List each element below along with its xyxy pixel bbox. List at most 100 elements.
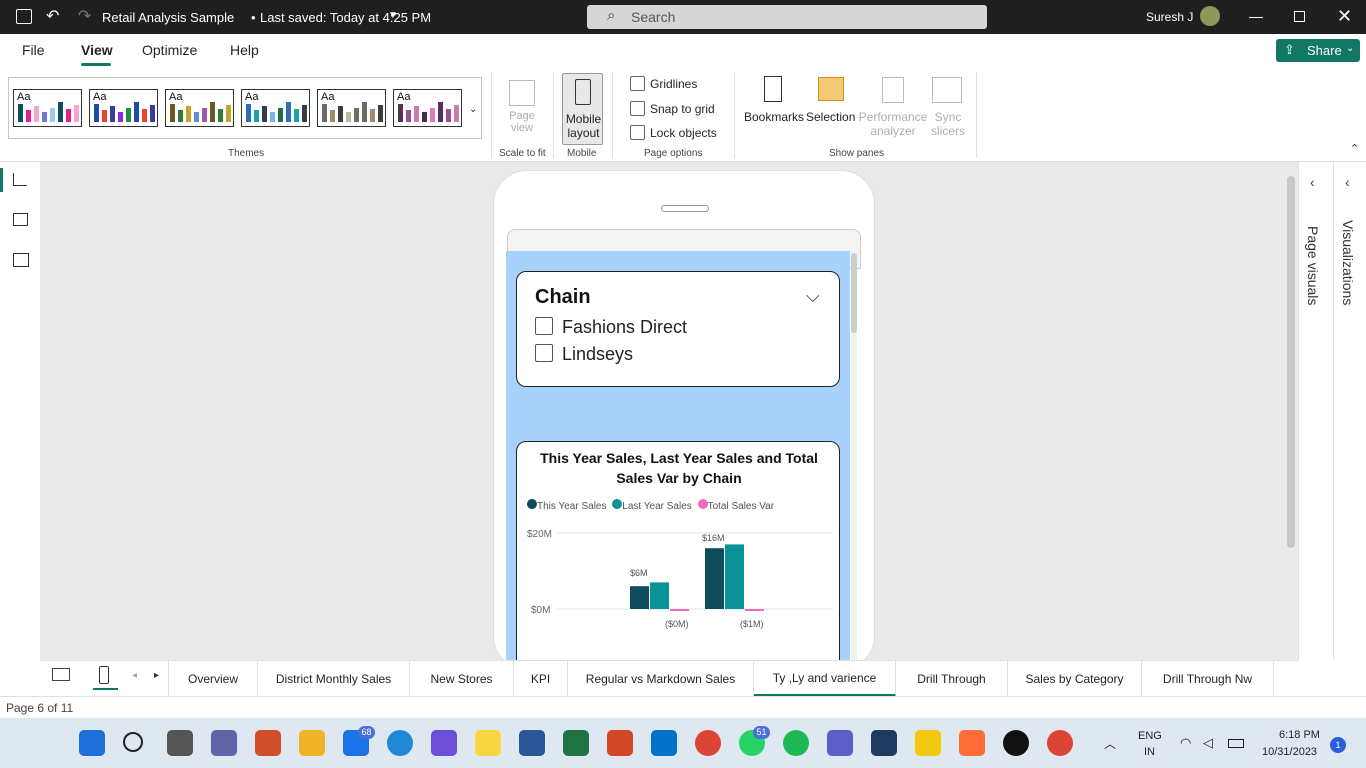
avatar[interactable]: [1200, 6, 1220, 26]
excel-icon[interactable]: [563, 730, 589, 756]
theme-bar: [322, 104, 327, 122]
model-view-icon[interactable]: [13, 253, 29, 267]
page-tab[interactable]: Regular vs Markdown Sales: [568, 661, 754, 697]
chart-title: This Year Sales, Last Year Sales and Tot…: [540, 450, 818, 486]
word-icon[interactable]: [519, 730, 545, 756]
share-button[interactable]: ⇪ Share ⌄: [1276, 39, 1360, 62]
visualizations-pane[interactable]: Visualizations: [1340, 220, 1356, 305]
maximize-icon[interactable]: [1294, 11, 1305, 22]
tab-view[interactable]: View: [81, 42, 113, 58]
bar-1-1[interactable]: [725, 544, 744, 609]
battery-icon[interactable]: [1228, 739, 1244, 748]
region[interactable]: IN: [1144, 746, 1155, 758]
teams-meet-icon[interactable]: [211, 730, 237, 756]
chrome-icon[interactable]: [695, 730, 721, 756]
redo-icon[interactable]: ↷: [78, 6, 91, 26]
performance-analyzer-button[interactable]: Performance analyzer: [858, 74, 928, 144]
github-icon[interactable]: [1003, 730, 1029, 756]
bar-0-1[interactable]: [705, 548, 724, 609]
page-tab[interactable]: Overview: [168, 661, 258, 697]
snap-checkbox[interactable]: [630, 101, 645, 116]
mobile-scrollbar[interactable]: [851, 251, 857, 660]
chevron-down-icon[interactable]: ⌵: [806, 286, 820, 307]
bar-2-1[interactable]: [745, 609, 764, 611]
bar-1-0[interactable]: [650, 582, 669, 609]
lock-checkbox[interactable]: [630, 125, 645, 140]
spotify-icon[interactable]: [783, 730, 809, 756]
user-name[interactable]: Suresh J: [1146, 10, 1193, 24]
theme-swatch[interactable]: Aa: [393, 89, 462, 127]
bar-0-0[interactable]: [630, 586, 649, 609]
search-box[interactable]: ⌕ Search: [587, 5, 987, 29]
selection-button[interactable]: Selection: [806, 74, 858, 130]
outlook-icon[interactable]: [651, 730, 677, 756]
scroll-right-icon[interactable]: ▸: [154, 670, 159, 681]
page-tab[interactable]: Ty ,Ly and varience: [754, 661, 896, 697]
slicer-checkbox[interactable]: [535, 317, 553, 335]
phone-layout-icon[interactable]: [99, 666, 109, 684]
slicer-checkbox[interactable]: [535, 344, 553, 362]
collapse-ribbon-icon[interactable]: ⌃: [1350, 142, 1359, 155]
page-tab[interactable]: KPI: [514, 661, 568, 697]
language[interactable]: ENG: [1138, 730, 1162, 742]
minimize-icon[interactable]: —: [1249, 8, 1263, 24]
tab-help[interactable]: Help: [230, 42, 259, 58]
theme-swatch[interactable]: Aa: [241, 89, 310, 127]
page-tab[interactable]: Drill Through Nw: [1142, 661, 1274, 697]
clock-time[interactable]: 6:18 PM: [1279, 729, 1320, 741]
edge-icon[interactable]: [387, 730, 413, 756]
tab-file[interactable]: File: [22, 42, 45, 58]
wifi-icon[interactable]: ◠: [1180, 735, 1191, 751]
copilot-icon[interactable]: [431, 730, 457, 756]
bookmarks-button[interactable]: Bookmarks: [744, 74, 804, 130]
sync-slicers-button[interactable]: Sync slicers: [928, 74, 968, 144]
page-tab[interactable]: Drill Through: [896, 661, 1008, 697]
chevron-left-icon[interactable]: ‹: [1310, 174, 1315, 190]
notification-badge[interactable]: 1: [1330, 737, 1346, 753]
powerbi-icon[interactable]: [915, 730, 941, 756]
scroll-left-icon[interactable]: ◂: [132, 670, 137, 681]
page-tab[interactable]: Sales by Category: [1008, 661, 1142, 697]
theme-swatch[interactable]: Aa: [165, 89, 234, 127]
postman-icon[interactable]: [959, 730, 985, 756]
slicer-item[interactable]: Lindseys: [562, 344, 633, 365]
chevron-left-icon[interactable]: ‹: [1345, 174, 1350, 190]
save-icon[interactable]: [16, 9, 32, 24]
theme-swatch[interactable]: Aa: [13, 89, 82, 127]
report-view-icon[interactable]: [13, 173, 27, 186]
teams-icon[interactable]: [827, 730, 853, 756]
page-tab[interactable]: New Stores: [410, 661, 514, 697]
powerpoint-icon[interactable]: [607, 730, 633, 756]
clock-date[interactable]: 10/31/2023: [1262, 746, 1317, 758]
canvas-scrollbar[interactable]: [1287, 176, 1295, 548]
bar-2-0[interactable]: [670, 609, 689, 611]
mobile-layout-button[interactable]: Mobile layout: [562, 73, 603, 145]
page-tab[interactable]: District Monthly Sales: [258, 661, 410, 697]
close-icon[interactable]: ✕: [1337, 6, 1352, 27]
gallery-more-icon[interactable]: ⌄: [469, 104, 477, 115]
chain-slicer[interactable]: Chain ⌵ Fashions Direct Lindseys: [516, 271, 840, 387]
chevron-down-icon[interactable]: ▼: [388, 10, 398, 21]
vscode-icon[interactable]: [871, 730, 897, 756]
chrome-profile-icon[interactable]: [1047, 730, 1073, 756]
desktop-layout-icon[interactable]: [52, 668, 70, 681]
page-view-button[interactable]: Page view: [502, 76, 542, 142]
theme-swatch[interactable]: Aa: [89, 89, 158, 127]
theme-swatch[interactable]: Aa: [317, 89, 386, 127]
tab-optimize[interactable]: Optimize: [142, 42, 197, 58]
slicer-item[interactable]: Fashions Direct: [562, 317, 687, 338]
store-icon[interactable]: [255, 730, 281, 756]
gridlines-checkbox[interactable]: [630, 76, 645, 91]
page-visuals-pane[interactable]: Page visuals: [1305, 226, 1321, 305]
theme-bar: [246, 104, 251, 122]
sales-chart-card[interactable]: This Year Sales, Last Year Sales and Tot…: [516, 441, 840, 671]
task-view-icon[interactable]: [167, 730, 193, 756]
sticky-notes-icon[interactable]: [475, 730, 501, 756]
search-icon[interactable]: [123, 732, 143, 752]
undo-icon[interactable]: ↶: [46, 6, 59, 26]
start-icon[interactable]: [79, 730, 105, 756]
table-view-icon[interactable]: [13, 213, 28, 226]
chevron-up-icon[interactable]: ︿: [1104, 735, 1116, 752]
file-explorer-icon[interactable]: [299, 730, 325, 756]
volume-icon[interactable]: ◁: [1203, 735, 1213, 751]
